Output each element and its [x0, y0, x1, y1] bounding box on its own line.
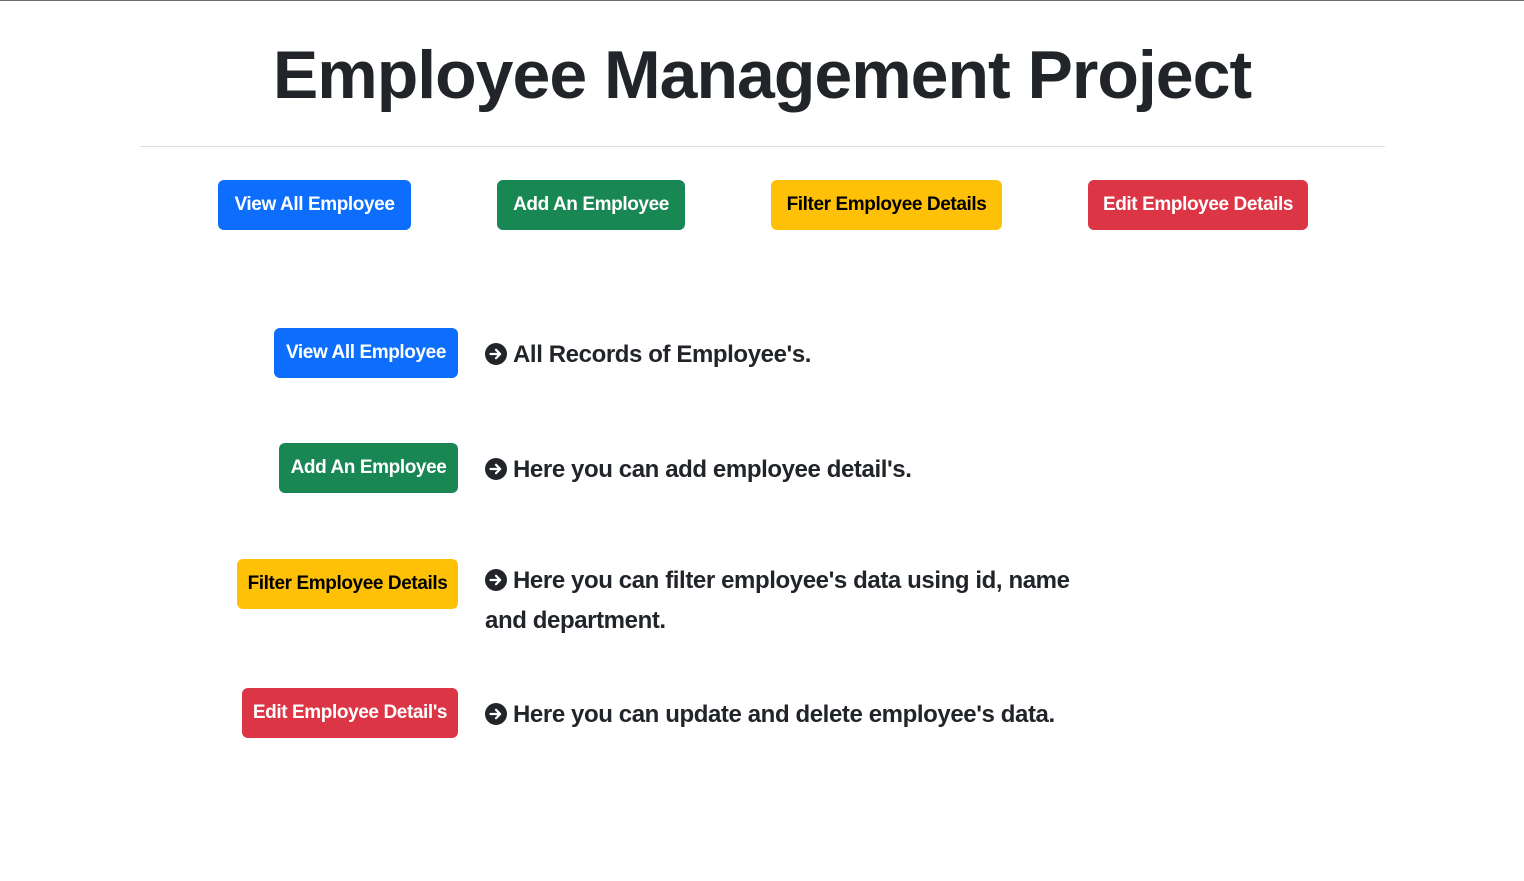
feature-description: Here you can update and delete employee'… — [485, 695, 1105, 735]
feature-view-all-employee-button[interactable]: View All Employee — [274, 328, 458, 378]
feature-description: Here you can filter employee's data usin… — [485, 561, 1105, 641]
feature-description-text: All Records of Employee's. — [513, 341, 812, 368]
arrow-right-circle-icon — [485, 343, 507, 365]
feature-description: Here you can add employee detail's. — [485, 450, 1105, 490]
nav-edit-employee-button[interactable]: Edit Employee Details — [1088, 180, 1308, 230]
page-title: Employee Management Project — [272, 37, 1252, 113]
nav-filter-employee-button[interactable]: Filter Employee Details — [771, 180, 1002, 230]
arrow-right-circle-icon — [485, 458, 507, 480]
nav-add-employee-button[interactable]: Add An Employee — [497, 180, 685, 230]
feature-description-text: Here you can add employee detail's. — [513, 456, 912, 483]
feature-description-text: Here you can filter employee's data usin… — [485, 567, 1070, 634]
feature-filter-employee-button[interactable]: Filter Employee Details — [237, 559, 458, 609]
arrow-right-circle-icon — [485, 703, 507, 725]
feature-edit-employee-button[interactable]: Edit Employee Detail's — [242, 688, 458, 738]
header-divider — [140, 146, 1385, 147]
feature-description: All Records of Employee's. — [485, 335, 1105, 375]
feature-add-employee-button[interactable]: Add An Employee — [279, 443, 458, 493]
arrow-right-circle-icon — [485, 569, 507, 591]
feature-description-text: Here you can update and delete employee'… — [513, 701, 1055, 728]
page: Employee Management Project View All Emp… — [0, 0, 1524, 881]
nav-view-all-employee-button[interactable]: View All Employee — [218, 180, 411, 230]
